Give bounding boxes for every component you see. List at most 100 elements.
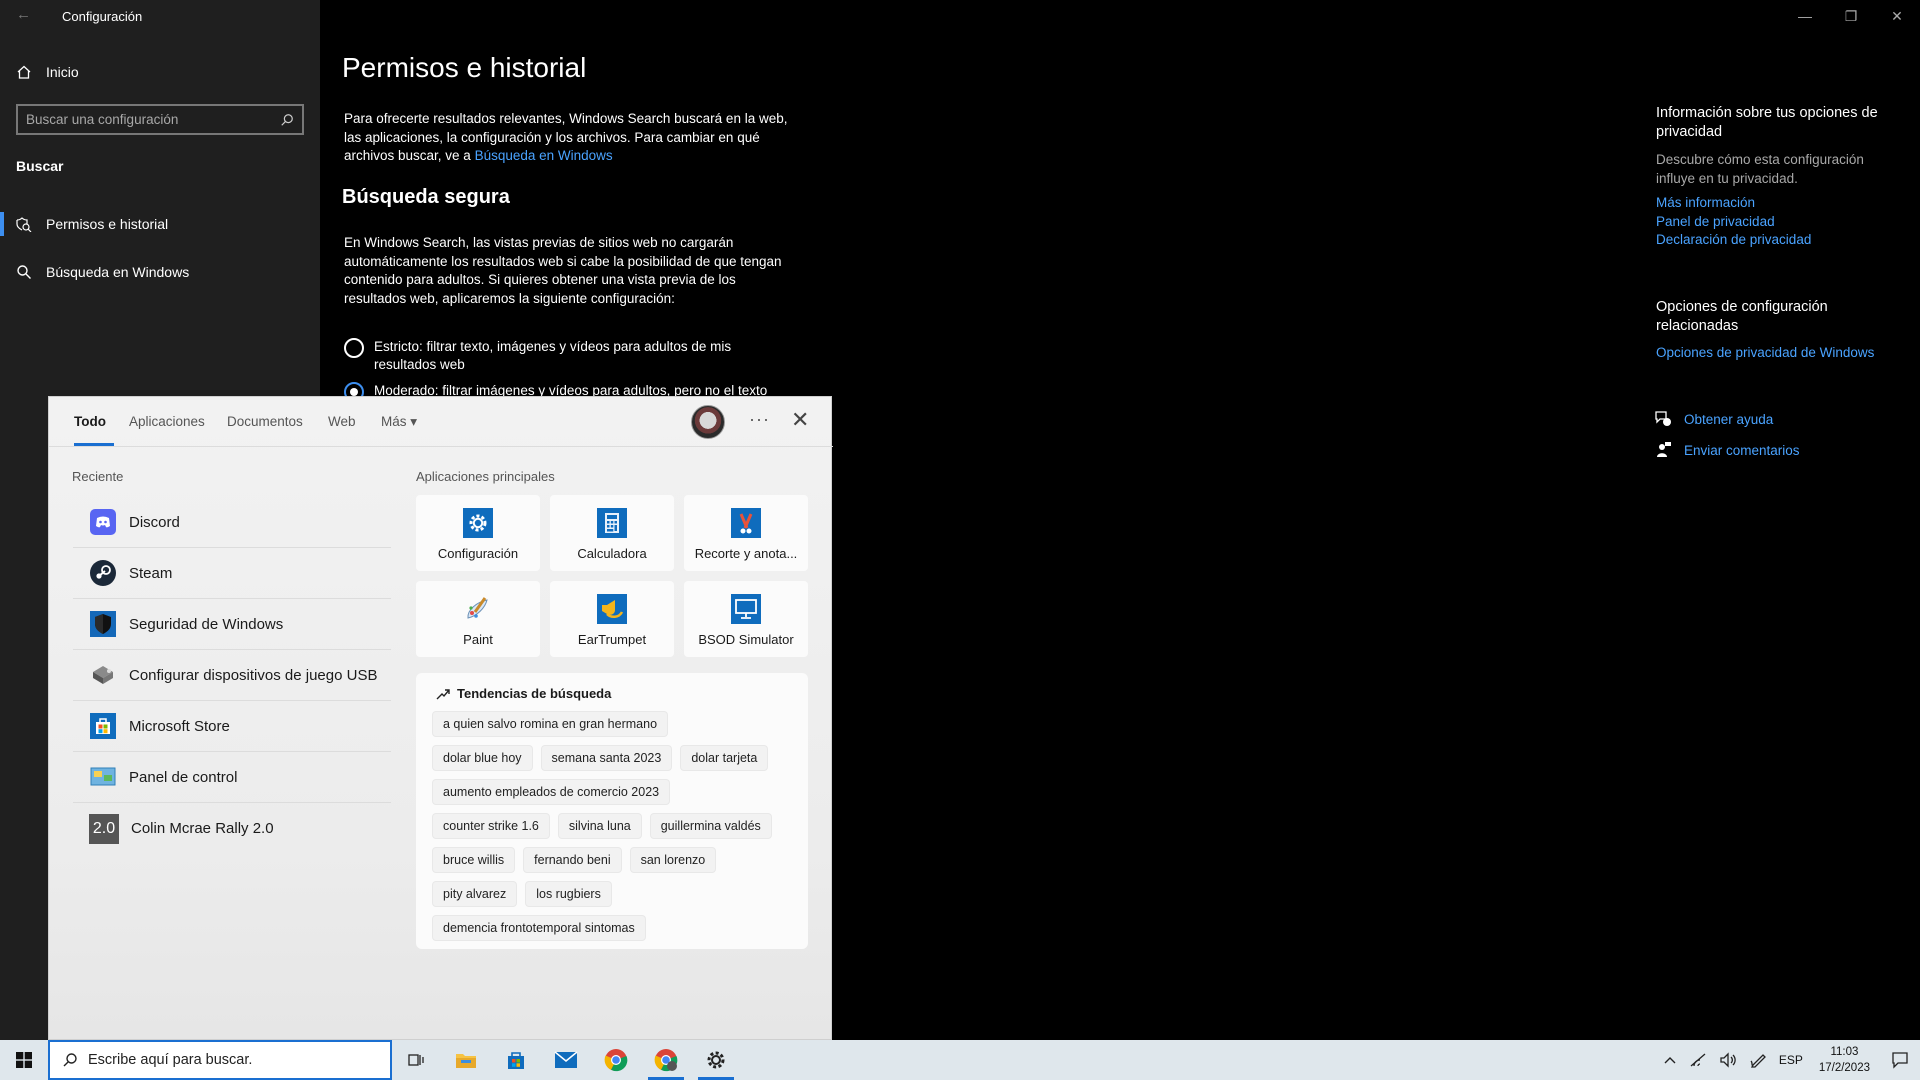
search-icon — [63, 1053, 77, 1067]
usb-gamepad-icon — [89, 661, 117, 689]
search-icon — [17, 265, 31, 279]
trend-chip[interactable]: san lorenzo — [629, 847, 717, 873]
privacy-statement-link[interactable]: Declaración de privacidad — [1656, 231, 1896, 250]
gear-icon — [707, 1051, 725, 1069]
windows-search-link[interactable]: Búsqueda en Windows — [475, 148, 613, 163]
app-tile-eartrumpet[interactable]: EarTrumpet — [550, 581, 674, 657]
trend-chip[interactable]: fernando beni — [523, 847, 622, 873]
volume-icon[interactable] — [1713, 1052, 1743, 1068]
rally-2-icon: 2.0 — [89, 813, 119, 844]
more-options-icon[interactable]: ··· — [749, 409, 770, 430]
get-help-link[interactable]: Obtener ayuda — [1684, 412, 1773, 427]
taskbar-chrome-profile[interactable] — [642, 1040, 690, 1080]
sidebar-item-label: Búsqueda en Windows — [46, 264, 190, 280]
back-arrow-icon[interactable]: ← — [16, 6, 31, 23]
trend-chip[interactable]: dolar tarjeta — [680, 745, 769, 771]
trend-chips: a quien salvo romina en gran hermano dol… — [432, 711, 800, 949]
app-tile-settings[interactable]: Configuración — [416, 495, 540, 571]
task-view-button[interactable] — [392, 1040, 440, 1080]
window-title: Configuración — [62, 9, 143, 24]
chevron-down-icon: ▾ — [410, 414, 418, 429]
chevron-up-icon[interactable] — [1657, 1055, 1683, 1065]
more-info-link[interactable]: Más información — [1656, 194, 1896, 213]
recent-item-label: Seguridad de Windows — [129, 615, 284, 633]
sidebar-item-permissions[interactable]: Permisos e historial — [16, 216, 168, 232]
input-language[interactable]: ESP — [1773, 1053, 1809, 1067]
notification-center-button[interactable] — [1880, 1040, 1920, 1080]
page-title: Permisos e historial — [342, 52, 587, 83]
system-tray: ESP 11:03 17/2/2023 — [1657, 1040, 1920, 1080]
radio-strict[interactable]: Estricto: filtrar texto, imágenes y víde… — [344, 338, 794, 374]
radio-button[interactable] — [344, 338, 364, 358]
related-settings-section: Opciones de configuración relacionadas O… — [1656, 298, 1896, 363]
taskbar-file-explorer[interactable] — [442, 1040, 490, 1080]
send-feedback-row[interactable]: Enviar comentarios — [1654, 441, 1800, 459]
tab-more[interactable]: Más ▾ — [381, 414, 417, 430]
list-item[interactable]: 2.0 Colin Mcrae Rally 2.0 — [73, 803, 391, 854]
tab-web[interactable]: Web — [328, 414, 356, 429]
list-item[interactable]: Discord — [73, 497, 391, 548]
list-item[interactable]: Panel de control — [73, 752, 391, 803]
settings-search-input[interactable] — [26, 112, 280, 127]
minimize-button[interactable]: — — [1782, 0, 1828, 32]
clock[interactable]: 11:03 17/2/2023 — [1809, 1044, 1880, 1076]
send-feedback-link[interactable]: Enviar comentarios — [1684, 443, 1800, 458]
trend-chip[interactable]: guillermina valdés — [649, 813, 772, 839]
trend-chip[interactable]: a quien salvo romina en gran hermano — [432, 711, 669, 737]
close-icon[interactable]: ✕ — [791, 407, 809, 433]
tab-all[interactable]: Todo — [74, 414, 106, 429]
trend-chip[interactable]: counter strike 1.6 — [432, 813, 550, 839]
recent-item-label: Discord — [129, 513, 180, 531]
privacy-info-title: Información sobre tus opciones de privac… — [1656, 105, 1878, 140]
chip-row: bruce willis fernando beni san lorenzo — [432, 847, 800, 873]
trend-chip[interactable]: dolar blue hoy — [432, 745, 533, 771]
list-item[interactable]: Microsoft Store — [73, 701, 391, 752]
sidebar-item-windows-search[interactable]: Búsqueda en Windows — [16, 264, 189, 280]
get-help-row[interactable]: Obtener ayuda — [1654, 410, 1773, 428]
app-tile-label: Paint — [463, 632, 493, 647]
trend-chip[interactable]: aumento empleados de comercio 2023 — [432, 779, 671, 805]
trend-chip[interactable]: semana santa 2023 — [540, 745, 673, 771]
settings-search-box[interactable] — [16, 104, 304, 135]
windows-privacy-link[interactable]: Opciones de privacidad de Windows — [1656, 344, 1896, 363]
list-item[interactable]: Steam — [73, 548, 391, 599]
pen-icon[interactable] — [1743, 1051, 1773, 1069]
tab-apps[interactable]: Aplicaciones — [129, 414, 205, 429]
app-tile-snip[interactable]: Recorte y anota... — [684, 495, 808, 571]
restore-button[interactable]: ❐ — [1828, 0, 1874, 32]
trend-chip[interactable]: pity alvarez — [432, 881, 518, 907]
network-icon[interactable] — [1683, 1052, 1713, 1068]
app-tile-paint[interactable]: Paint — [416, 581, 540, 657]
taskbar-settings[interactable] — [692, 1040, 740, 1080]
chip-row: dolar blue hoy semana santa 2023 dolar t… — [432, 745, 800, 771]
taskbar-store[interactable] — [492, 1040, 540, 1080]
tab-documents[interactable]: Documentos — [227, 414, 303, 429]
search-icon[interactable] — [280, 113, 294, 127]
trend-chip[interactable]: demencia frontotemporal sintomas — [432, 915, 646, 941]
taskbar-mail[interactable] — [542, 1040, 590, 1080]
app-tile-label: Calculadora — [577, 546, 647, 561]
start-button[interactable] — [0, 1040, 48, 1080]
taskbar-chrome[interactable] — [592, 1040, 640, 1080]
list-item[interactable]: Configurar dispositivos de juego USB — [73, 650, 391, 701]
folder-icon — [456, 1054, 476, 1068]
privacy-dashboard-link[interactable]: Panel de privacidad — [1656, 213, 1896, 232]
steam-icon — [89, 559, 117, 587]
sidebar-item-home[interactable]: Inicio — [16, 64, 79, 80]
app-tile-label: Recorte y anota... — [694, 546, 798, 561]
trend-chip[interactable]: silvina luna — [557, 813, 642, 839]
app-tile-label: Configuración — [437, 546, 519, 561]
trend-chip[interactable]: los rugbiers — [525, 881, 612, 907]
gear-icon — [463, 508, 493, 538]
app-tile-bsod[interactable]: BSOD Simulator — [684, 581, 808, 657]
trend-chip[interactable]: bruce willis — [432, 847, 516, 873]
taskbar-search-input[interactable] — [88, 1052, 348, 1068]
store-bag-icon — [89, 712, 117, 740]
list-item[interactable]: Seguridad de Windows — [73, 599, 391, 650]
close-button[interactable]: ✕ — [1874, 0, 1920, 32]
privacy-info-desc: Descubre cómo esta configuración influye… — [1656, 152, 1864, 186]
taskbar-search-box[interactable] — [48, 1040, 392, 1080]
avatar[interactable] — [691, 405, 725, 439]
app-tile-calculator[interactable]: Calculadora — [550, 495, 674, 571]
paint-icon — [467, 597, 488, 619]
